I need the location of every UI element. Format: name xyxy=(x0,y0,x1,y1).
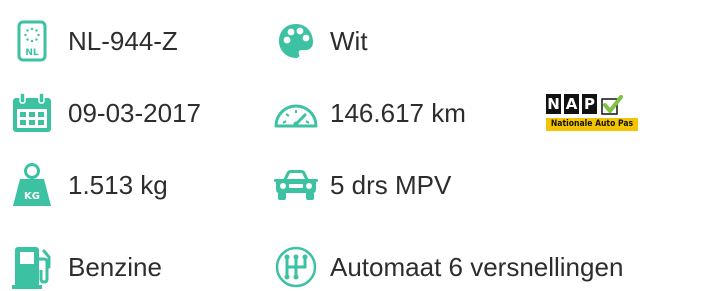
gear-shift-icon xyxy=(272,243,320,291)
spec-transmission: Automaat 6 versnellingen xyxy=(272,243,623,291)
check-icon xyxy=(601,95,623,115)
nap-letter-p: P xyxy=(582,94,597,114)
spec-fuel: Benzine xyxy=(8,243,162,291)
registration-date-value: 09-03-2017 xyxy=(68,98,201,128)
plate-badge-text: NL xyxy=(25,48,39,58)
nap-letter-n: N xyxy=(546,94,561,114)
calendar-icon xyxy=(8,89,56,137)
spec-mileage: 146.617 km xyxy=(272,89,466,137)
speedometer-icon xyxy=(272,89,320,137)
license-plate-value: NL-944-Z xyxy=(68,26,178,56)
fuel-pump-icon xyxy=(8,243,56,291)
weight-badge-text: KG xyxy=(24,191,40,202)
spec-weight: KG 1.513 kg xyxy=(8,161,168,209)
transmission-value: Automaat 6 versnellingen xyxy=(330,252,624,282)
body-value: 5 drs MPV xyxy=(330,170,452,200)
spec-body: 5 drs MPV xyxy=(272,161,451,209)
spec-license-plate: NL NL-944-Z xyxy=(8,17,178,65)
spec-color: Wit xyxy=(272,17,368,65)
palette-icon xyxy=(272,17,320,65)
color-value: Wit xyxy=(330,26,368,56)
license-plate-icon: NL xyxy=(8,17,56,65)
weight-icon: KG xyxy=(8,161,56,209)
weight-value: 1.513 kg xyxy=(68,170,168,200)
spec-registration-date: 09-03-2017 xyxy=(8,89,201,137)
nap-subtitle: Nationale Auto Pas xyxy=(546,118,638,131)
nap-logo: N A P Nationale Auto Pas xyxy=(546,94,638,132)
car-icon xyxy=(272,161,320,209)
fuel-value: Benzine xyxy=(68,252,162,282)
nap-letter-a: A xyxy=(564,94,579,114)
mileage-value: 146.617 km xyxy=(330,98,466,128)
